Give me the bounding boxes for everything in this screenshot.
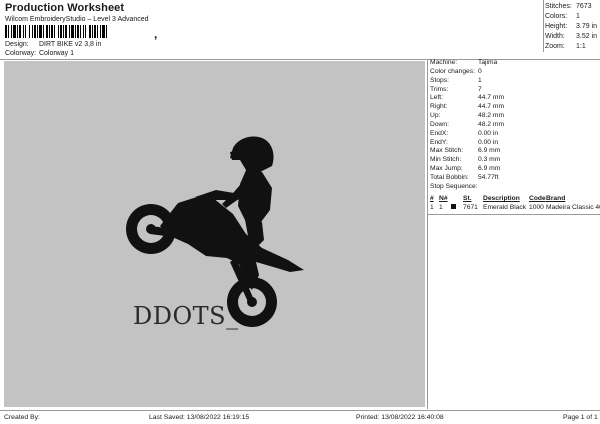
info-row: Down: 48.2 mm (430, 121, 600, 130)
info-value: Tajima (478, 59, 498, 66)
info-label: Up: (430, 112, 441, 120)
row-needle: 1 (439, 204, 443, 211)
col-brand: Brand (546, 195, 566, 202)
info-value: 0.3 mm (478, 156, 501, 164)
col-code: Code (529, 195, 546, 202)
row-code: 1000 (529, 204, 544, 211)
stop-sequence-title: Stop Sequence: (430, 183, 600, 192)
row-stitches: 7671 (463, 204, 478, 211)
info-value: 0 (478, 67, 482, 75)
info-label: Right: (430, 103, 448, 111)
dirt-bike-rider-icon (126, 136, 304, 327)
info-row: EndX: 0.00 in (430, 130, 600, 139)
info-label: Machine: (430, 59, 458, 66)
info-row: Min Stitch: 0.3 mm (430, 156, 600, 165)
page-number: Page 1 of 1 (563, 414, 598, 421)
info-value: 48.2 mm (478, 112, 505, 120)
info-value: 6.9 mm (478, 165, 501, 173)
info-label: Stops: (430, 76, 449, 84)
info-value: 0.00 in (478, 129, 499, 137)
col-description: Description (483, 195, 520, 202)
info-label: EndY: (430, 138, 448, 146)
info-row: Max Jump: 6.9 mm (430, 165, 600, 174)
printed-date: Printed: 13/08/2022 16:40:08 (356, 414, 444, 421)
info-row: Color changes: 0 (430, 68, 600, 77)
thread-swatch (451, 204, 463, 212)
info-row: Left: 44.7 mm (430, 94, 600, 103)
col-index: # (430, 195, 434, 202)
info-label: Trims: (430, 85, 449, 93)
info-row: Stops: 1 (430, 77, 600, 86)
col-stitches: St. (463, 195, 472, 202)
row-index: 1 (430, 204, 434, 211)
info-value: 1 (478, 76, 482, 84)
info-row: Total Bobbin: 54.77ft (430, 174, 600, 183)
sequence-header: # N# St. Description Code Brand (430, 195, 600, 203)
info-label: Total Bobbin: (430, 173, 469, 181)
info-label: EndX: (430, 129, 449, 137)
info-row: Machine: Tajima (430, 59, 600, 68)
info-row: Max Stitch: 6.9 mm (430, 147, 600, 156)
info-value: 54.77ft (478, 173, 499, 181)
info-value: 44.7 mm (478, 94, 505, 102)
col-needle: N# (439, 195, 448, 202)
info-label: Max Jump: (430, 165, 463, 173)
info-label: Min Stitch: (430, 156, 462, 164)
info-value: 48.2 mm (478, 120, 505, 128)
stop-sequence-label: Stop Sequence: (430, 182, 478, 190)
col-swatch (451, 195, 463, 203)
machine-info-panel: Machine: Tajima Color changes: 0 Stops: 1 T… (430, 59, 600, 192)
info-row: Trims: 7 (430, 86, 600, 95)
table-row: 1 1 7671 Emerald Black 1000 Madeira Clas… (430, 204, 600, 212)
info-label: Down: (430, 120, 449, 128)
info-row: Right: 44.7 mm (430, 103, 600, 112)
row-brand: Madeira Classic 40 (546, 204, 600, 211)
info-row: EndY: 0.00 in (430, 139, 600, 148)
info-value: 0.00 in (478, 138, 499, 146)
created-by: Created By: (4, 414, 40, 421)
info-label: Left: (430, 94, 444, 102)
info-row: Up: 48.2 mm (430, 112, 600, 121)
info-value: 7 (478, 85, 482, 93)
design-text: DDOTS_ (133, 302, 239, 330)
row-description: Emerald Black (483, 204, 527, 211)
info-value: 6.9 mm (478, 147, 501, 155)
info-label: Max Stitch: (430, 147, 464, 155)
last-saved: Last Saved: 13/08/2022 16:19:15 (149, 414, 250, 421)
info-label: Color changes: (430, 67, 475, 75)
info-value: 44.7 mm (478, 103, 505, 111)
